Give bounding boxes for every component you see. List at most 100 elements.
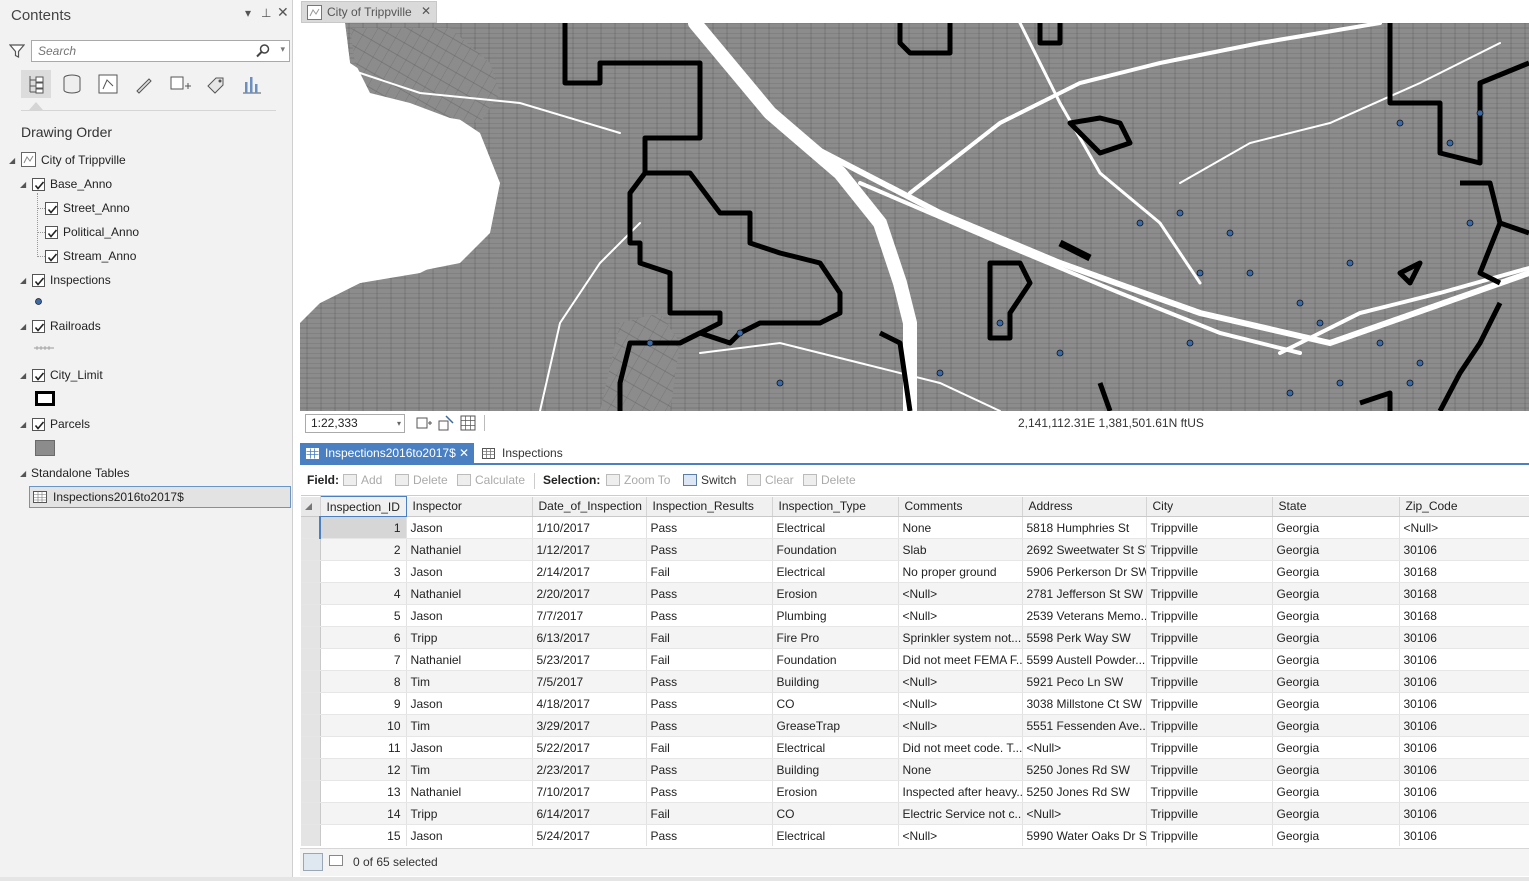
collapse-base-anno-icon[interactable]: ◢: [20, 180, 26, 189]
table-cell[interactable]: Jason: [406, 604, 533, 627]
table-cell[interactable]: 5/22/2017: [532, 736, 647, 759]
table-cell[interactable]: 5990 Water Oaks Dr S...: [1022, 824, 1147, 846]
table-cell[interactable]: 30106: [1399, 692, 1529, 715]
column-header[interactable]: Address: [1022, 496, 1147, 517]
table-cell[interactable]: 3/29/2017: [532, 714, 647, 737]
table-cell[interactable]: Georgia: [1272, 714, 1400, 737]
table-cell[interactable]: 8: [320, 670, 407, 693]
table-cell[interactable]: CO: [772, 692, 899, 715]
attribute-table[interactable]: Inspection_ID Inspector Date_of_Inspecti…: [301, 495, 1529, 846]
table-cell[interactable]: Tim: [406, 670, 533, 693]
table-cell[interactable]: Trippville: [1146, 714, 1273, 737]
table-cell[interactable]: Tripp: [406, 626, 533, 649]
table-cell[interactable]: Georgia: [1272, 648, 1400, 671]
table-row[interactable]: 15 Jason 5/24/2017 Pass Electrical <Null> 5990…: [301, 824, 1529, 846]
table-cell[interactable]: None: [898, 516, 1023, 539]
table-cell[interactable]: 3: [320, 560, 407, 583]
collapse-parcels-icon[interactable]: ◢: [20, 420, 26, 429]
standalone-tables-group[interactable]: Standalone Tables: [31, 463, 130, 483]
table-cell[interactable]: Trippville: [1146, 582, 1273, 605]
parcels-checkbox[interactable]: [32, 418, 45, 431]
table-cell[interactable]: Pass: [646, 604, 773, 627]
table-cell[interactable]: Erosion: [772, 780, 899, 803]
table-cell[interactable]: Nathaniel: [406, 648, 533, 671]
table-cell[interactable]: Trippville: [1146, 758, 1273, 781]
collapse-railroads-icon[interactable]: ◢: [20, 322, 26, 331]
table-cell[interactable]: Foundation: [772, 648, 899, 671]
table-cell[interactable]: Trippville: [1146, 670, 1273, 693]
select-all-corner[interactable]: [301, 496, 321, 517]
show-selected-records-icon[interactable]: [329, 855, 343, 866]
map-drawing[interactable]: [300, 23, 1529, 411]
table-cell[interactable]: Georgia: [1272, 516, 1400, 539]
table-cell[interactable]: Electrical: [772, 560, 899, 583]
table-cell[interactable]: Trippville: [1146, 780, 1273, 803]
table-cell[interactable]: Pass: [646, 582, 773, 605]
map-tab[interactable]: City of Trippville ✕: [301, 1, 437, 23]
table-cell[interactable]: 30106: [1399, 802, 1529, 825]
table-cell[interactable]: <Null>: [1399, 516, 1529, 539]
table-cell[interactable]: Pass: [646, 670, 773, 693]
table-cell[interactable]: Georgia: [1272, 736, 1400, 759]
table-cell[interactable]: 30106: [1399, 824, 1529, 846]
table-cell[interactable]: Sprinkler system not...: [898, 626, 1023, 649]
table-cell[interactable]: 9: [320, 692, 407, 715]
table-cell[interactable]: CO: [772, 802, 899, 825]
inspections-point-symbol[interactable]: [34, 297, 43, 306]
table-cell[interactable]: 2539 Veterans Memo...: [1022, 604, 1147, 627]
table-cell[interactable]: 2/20/2017: [532, 582, 647, 605]
table-cell[interactable]: 13: [320, 780, 407, 803]
table-cell[interactable]: 2/14/2017: [532, 560, 647, 583]
table-row[interactable]: 3 Jason 2/14/2017 Fail Electrical No proper g…: [301, 560, 1529, 583]
table-cell[interactable]: Pass: [646, 824, 773, 846]
tab-inspections2016to2017[interactable]: Inspections2016to2017$ ✕: [300, 443, 474, 464]
table-cell[interactable]: <Null>: [898, 604, 1023, 627]
list-by-data-source-icon[interactable]: [56, 70, 86, 98]
table-cell[interactable]: 30106: [1399, 714, 1529, 737]
column-header[interactable]: City: [1146, 496, 1273, 517]
zoom-to-button[interactable]: Zoom To: [606, 473, 670, 487]
table-cell[interactable]: Pass: [646, 516, 773, 539]
table-cell[interactable]: 7/5/2017: [532, 670, 647, 693]
table-cell[interactable]: 30168: [1399, 560, 1529, 583]
row-selector[interactable]: [301, 582, 321, 605]
collapse-inspections-icon[interactable]: ◢: [20, 276, 26, 285]
table-cell[interactable]: Georgia: [1272, 758, 1400, 781]
table-row[interactable]: 9 Jason 4/18/2017 Pass CO <Null> 3038 Millston…: [301, 692, 1529, 715]
table-row[interactable]: 8 Tim 7/5/2017 Pass Building <Null> 5921 Peco …: [301, 670, 1529, 693]
table-cell[interactable]: 5598 Perk Way SW: [1022, 626, 1147, 649]
table-cell[interactable]: Fail: [646, 648, 773, 671]
layer-city-limit[interactable]: City_Limit: [50, 365, 103, 385]
table-cell[interactable]: Tripp: [406, 802, 533, 825]
pane-options-icon[interactable]: ▾: [245, 6, 251, 20]
table-cell[interactable]: Trippville: [1146, 824, 1273, 846]
table-cell[interactable]: 30106: [1399, 670, 1529, 693]
table-row[interactable]: 5 Jason 7/7/2017 Pass Plumbing <Null> 2539 Vet…: [301, 604, 1529, 627]
table-cell[interactable]: Georgia: [1272, 670, 1400, 693]
calculate-field-button[interactable]: Calculate: [457, 473, 525, 487]
table-cell[interactable]: 12: [320, 758, 407, 781]
close-map-tab-icon[interactable]: ✕: [421, 4, 431, 18]
table-cell[interactable]: Building: [772, 758, 899, 781]
row-selector[interactable]: [301, 736, 321, 759]
table-cell[interactable]: Jason: [406, 516, 533, 539]
row-selector[interactable]: [301, 560, 321, 583]
fixed-zoom-icon[interactable]: [416, 415, 432, 431]
row-selector[interactable]: [301, 780, 321, 803]
tab-inspections[interactable]: Inspections: [478, 443, 588, 464]
table-cell[interactable]: 30168: [1399, 604, 1529, 627]
row-selector[interactable]: [301, 714, 321, 737]
map-canvas[interactable]: [300, 23, 1529, 411]
table-cell[interactable]: Trippville: [1146, 560, 1273, 583]
table-cell[interactable]: Slab: [898, 538, 1023, 561]
table-cell[interactable]: 7: [320, 648, 407, 671]
table-cell[interactable]: Nathaniel: [406, 780, 533, 803]
map-node-city-of-trippville[interactable]: City of Trippville: [41, 150, 126, 170]
table-cell[interactable]: Jason: [406, 736, 533, 759]
list-by-labeling-icon[interactable]: [200, 70, 230, 98]
filter-icon[interactable]: [9, 43, 25, 59]
table-cell[interactable]: <Null>: [1022, 802, 1147, 825]
table-row[interactable]: 4 Nathaniel 2/20/2017 Pass Erosion <Null> 2781…: [301, 582, 1529, 605]
row-selector[interactable]: [301, 626, 321, 649]
table-cell[interactable]: Pass: [646, 758, 773, 781]
